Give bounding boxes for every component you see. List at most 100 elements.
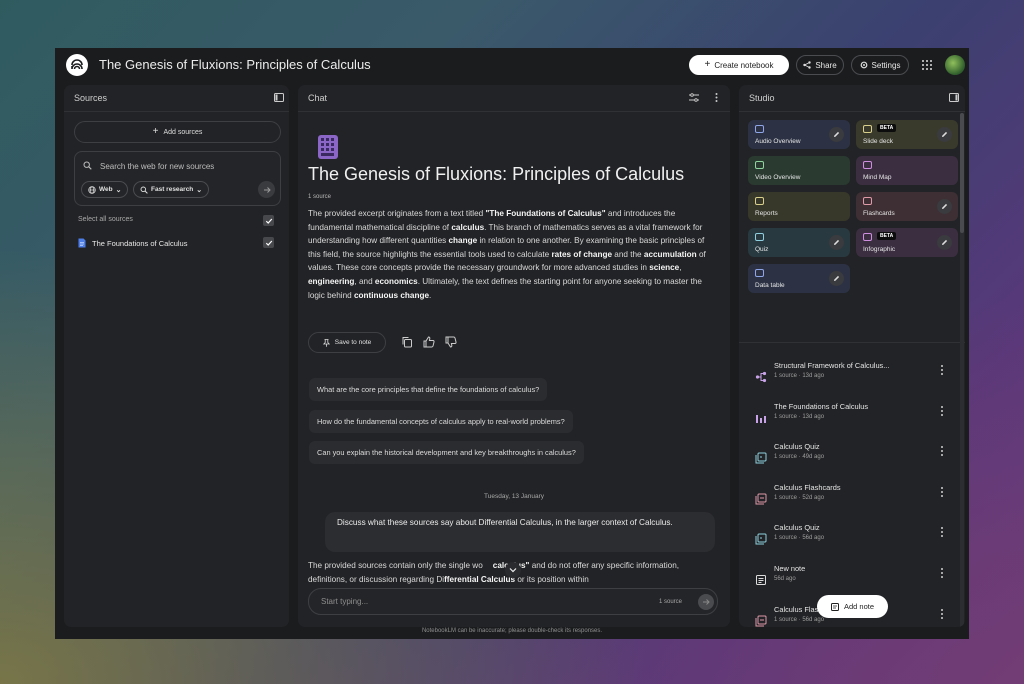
source-checkbox[interactable] [263, 237, 274, 248]
tile-label: Video Overview [755, 174, 801, 181]
studio-tile[interactable]: Audio Overview [748, 120, 850, 149]
chat-input[interactable]: Start typing... [321, 597, 368, 606]
studio-tile[interactable]: Flashcards [856, 192, 958, 221]
edit-icon[interactable] [829, 127, 844, 142]
tile-icon [863, 197, 872, 205]
note-icon [755, 573, 767, 585]
flashcards-icon [755, 492, 767, 505]
studio-header: Studio [749, 93, 775, 103]
send-button[interactable] [698, 594, 714, 610]
plus-icon: + [704, 59, 711, 70]
note-add-icon [830, 602, 839, 611]
tile-icon [755, 125, 764, 133]
thumbs-down-icon[interactable] [445, 336, 457, 348]
studio-tile[interactable]: BETA Slide deck [856, 120, 958, 149]
summary-emphasis: accumulation [643, 249, 697, 259]
note-title: Structural Framework of Calculus... [774, 361, 890, 370]
edit-icon[interactable] [937, 199, 952, 214]
divider [739, 342, 965, 343]
notebook-emoji-icon [318, 135, 338, 159]
avatar[interactable] [945, 55, 965, 75]
chat-input-bar: Start typing... 1 source [308, 588, 718, 615]
search-input[interactable]: Search the web for new sources [100, 162, 214, 171]
share-icon [803, 61, 812, 69]
search-icon [83, 161, 92, 170]
summary-text: . [429, 290, 432, 300]
pin-icon [322, 338, 330, 347]
studio-note-item[interactable]: Calculus Quiz 1 source · 56d ago [739, 523, 959, 561]
summary-text: , and [354, 276, 375, 286]
tile-label: Infographic [863, 246, 896, 253]
note-title: Calculus Quiz [774, 523, 820, 533]
reply-text: or its position within [515, 574, 589, 584]
web-source-dropdown[interactable]: Web ⌄ [81, 181, 129, 198]
select-all-checkbox[interactable] [263, 215, 274, 226]
chat-panel: Chat The Genesis of Fluxions: Principles… [298, 85, 730, 627]
chat-header: Chat [308, 93, 328, 103]
more-vert-icon[interactable] [939, 608, 945, 619]
tile-label: Flashcards [863, 210, 895, 217]
note-meta: 1 source · 13d ago [774, 413, 825, 420]
scrollbar-thumb[interactable] [960, 113, 964, 233]
more-vert-icon[interactable] [939, 527, 945, 538]
more-vert-icon[interactable] [939, 365, 945, 375]
more-vert-icon[interactable] [939, 405, 945, 416]
edit-icon[interactable] [829, 235, 844, 250]
send-arrow-icon [703, 599, 710, 605]
chevron-down-icon: ⌄ [196, 186, 203, 194]
tile-label: Reports [755, 210, 778, 217]
studio-tile[interactable]: Reports [748, 192, 850, 221]
studio-tile[interactable]: BETA Infographic [856, 228, 958, 257]
tune-settings-icon[interactable] [688, 92, 700, 103]
settings-button[interactable]: Settings [851, 55, 909, 75]
research-mode-dropdown[interactable]: Fast research ⌄ [133, 181, 210, 198]
studio-note-item[interactable]: The Foundations of Calculus 1 source · 13… [739, 402, 959, 440]
studio-note-item[interactable]: Structural Framework of Calculus... 1 sou… [739, 361, 959, 399]
apps-grid-icon[interactable] [921, 59, 933, 71]
edit-icon[interactable] [829, 271, 844, 286]
copy-icon[interactable] [401, 336, 413, 348]
suggested-question[interactable]: How do the fundamental concepts of calcu… [309, 410, 573, 433]
studio-note-item[interactable]: Calculus Flashcards 1 source · 52d ago [739, 483, 959, 521]
studio-tile[interactable]: Mind Map [856, 156, 958, 185]
create-notebook-button[interactable]: + Create notebook [689, 55, 789, 75]
note-meta: 1 source · 49d ago [774, 454, 825, 461]
tile-icon [863, 233, 872, 241]
note-meta: 1 source · 56d ago [774, 535, 825, 542]
collapse-panel-icon[interactable] [948, 92, 960, 103]
notebook-title[interactable]: The Genesis of Fluxions: Principles of C… [99, 57, 371, 72]
divider [298, 111, 730, 112]
more-vert-icon[interactable] [939, 568, 945, 578]
studio-note-item[interactable]: Calculus Quiz 1 source · 49d ago [739, 442, 959, 480]
more-vert-icon[interactable] [939, 486, 945, 497]
globe-icon [88, 185, 96, 194]
add-sources-button[interactable]: + Add sources [74, 121, 281, 143]
studio-tile[interactable]: Quiz [748, 228, 850, 257]
studio-tile[interactable]: Video Overview [748, 156, 850, 185]
studio-tile[interactable]: Data table [748, 264, 850, 293]
gear-icon [860, 61, 867, 69]
summary-emphasis: continuous change [353, 290, 430, 300]
tile-label: Slide deck [863, 138, 893, 145]
suggested-question[interactable]: What are the core principles that define… [309, 378, 548, 401]
more-vert-icon[interactable] [939, 446, 945, 457]
share-button[interactable]: Share [796, 55, 844, 75]
scroll-down-button[interactable] [505, 562, 521, 578]
source-item[interactable]: The Foundations of Calculus [78, 238, 187, 248]
more-vert-icon[interactable] [710, 92, 722, 103]
thumbs-up-icon[interactable] [423, 336, 435, 348]
notebooklm-logo-icon[interactable] [66, 54, 88, 76]
edit-icon[interactable] [937, 127, 952, 142]
collapse-panel-icon[interactable] [273, 92, 285, 103]
save-to-note-button[interactable]: Save to note [308, 332, 386, 353]
note-title: New note [774, 564, 806, 573]
summary-emphasis: rates of change [551, 249, 613, 259]
reply-text: The provided sources contain only the si… [308, 561, 483, 570]
add-note-button[interactable]: Add note [817, 595, 888, 618]
sources-header: Sources [74, 93, 108, 103]
submit-arrow-icon[interactable] [258, 181, 275, 198]
tile-icon [755, 269, 764, 277]
suggested-question[interactable]: Can you explain the historical developme… [309, 441, 584, 464]
research-icon [140, 186, 148, 194]
edit-icon[interactable] [937, 235, 952, 250]
